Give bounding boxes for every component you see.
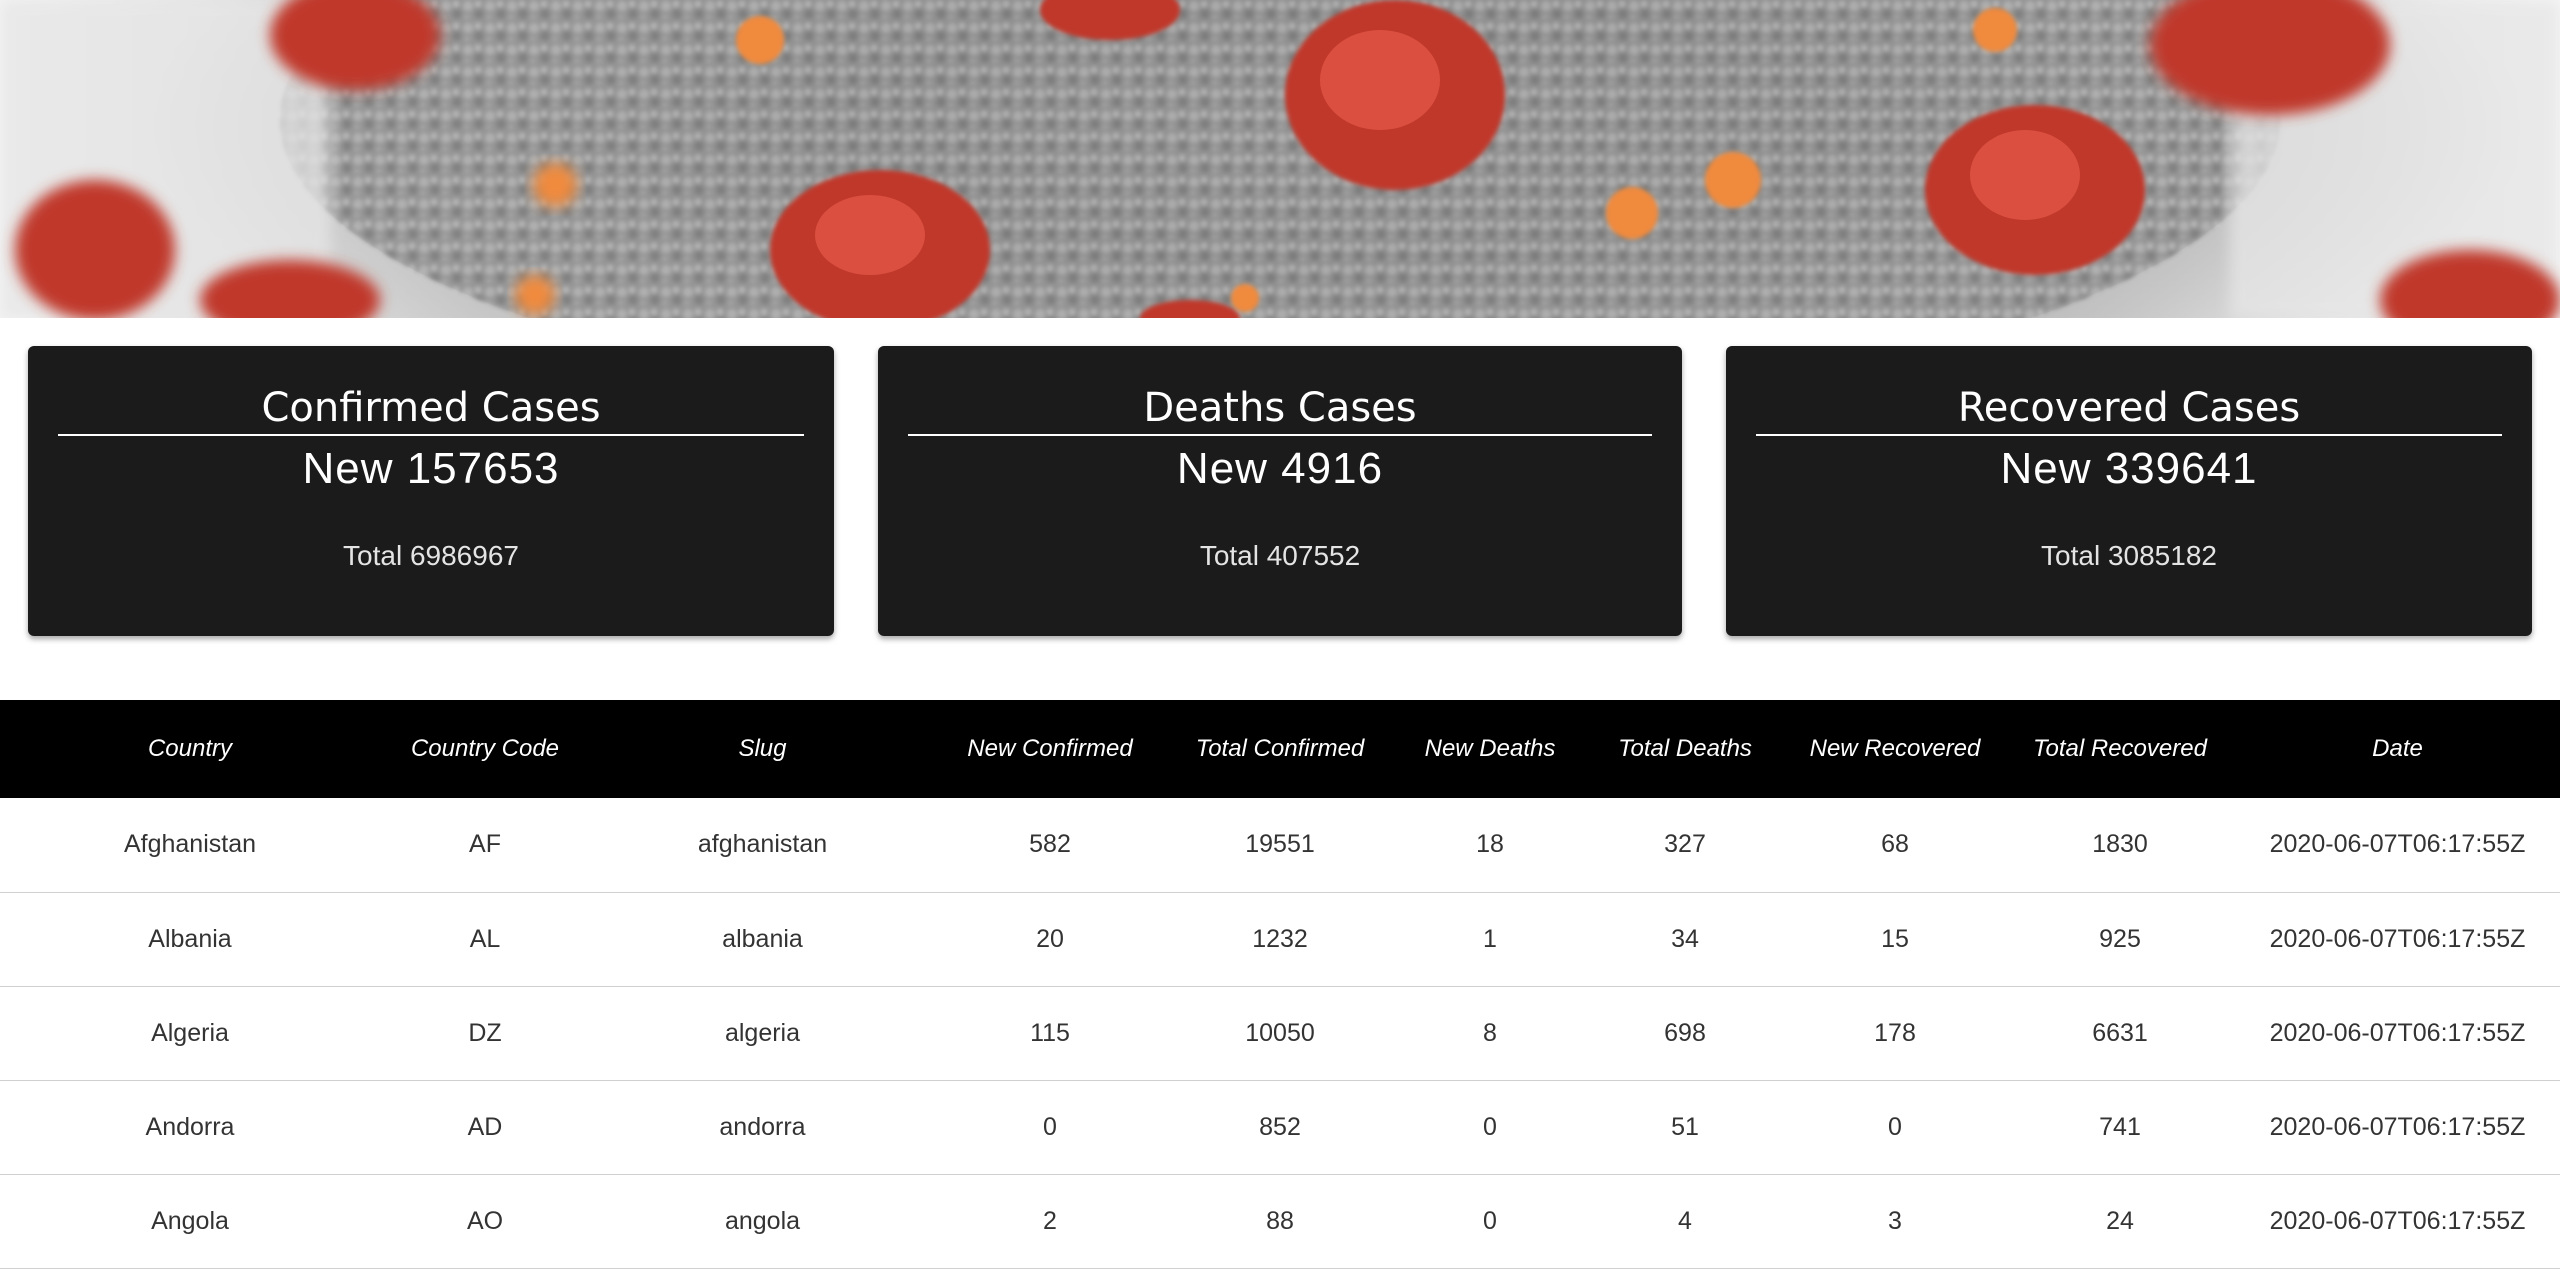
cell-new-confirmed: 20 bbox=[1036, 924, 1064, 953]
table-row: Angola AO angola 2 88 0 4 3 24 2020-06-0… bbox=[0, 1174, 2560, 1268]
cell-slug: andorra bbox=[719, 1112, 806, 1141]
cell-country: Algeria bbox=[151, 1018, 229, 1047]
cell-country-code: DZ bbox=[468, 1018, 502, 1047]
cell-country-code: AF bbox=[469, 830, 501, 859]
table-row: Afghanistan AF afghanistan 582 19551 18 … bbox=[0, 798, 2560, 892]
cell-new-confirmed: 0 bbox=[1043, 1112, 1057, 1141]
card-total-count: Total 6986967 bbox=[343, 540, 519, 571]
recovered-cases-card: Recovered Cases New 339641 Total 3085182 bbox=[1726, 346, 2532, 636]
card-title: Deaths Cases bbox=[908, 380, 1652, 436]
cell-country: Afghanistan bbox=[123, 830, 257, 859]
cell-country-code: AL bbox=[469, 924, 501, 953]
cell-new-deaths: 18 bbox=[1476, 830, 1504, 859]
card-total-count: Total 407552 bbox=[1199, 540, 1361, 571]
cell-total-deaths: 4 bbox=[1678, 1206, 1692, 1235]
card-new-count: New 4916 bbox=[1176, 444, 1384, 493]
cell-date: 2020-06-07T06:17:55Z bbox=[2269, 1018, 2526, 1047]
cell-new-confirmed: 115 bbox=[1030, 1018, 1070, 1047]
cell-total-confirmed: 10050 bbox=[1245, 1018, 1315, 1047]
cell-new-deaths: 0 bbox=[1483, 1112, 1497, 1141]
cell-slug: angola bbox=[724, 1206, 801, 1235]
card-new-count: New 157653 bbox=[302, 444, 560, 493]
cell-new-recovered: 0 bbox=[1888, 1112, 1902, 1141]
cell-slug: albania bbox=[722, 924, 803, 953]
cell-total-deaths: 698 bbox=[1664, 1018, 1706, 1047]
cell-new-deaths: 0 bbox=[1483, 1206, 1497, 1235]
column-header-new-confirmed[interactable]: New Confirmed bbox=[935, 700, 1165, 798]
hero-banner-image bbox=[0, 0, 2560, 318]
cell-total-deaths: 51 bbox=[1671, 1112, 1699, 1141]
column-header-total-deaths[interactable]: Total Deaths bbox=[1585, 700, 1785, 798]
cell-total-confirmed: 88 bbox=[1266, 1206, 1294, 1235]
cell-new-deaths: 8 bbox=[1483, 1018, 1497, 1047]
column-header-total-confirmed[interactable]: Total Confirmed bbox=[1165, 700, 1395, 798]
column-header-country-code[interactable]: Country Code bbox=[380, 700, 590, 798]
cell-date: 2020-06-07T06:17:55Z bbox=[2269, 1112, 2526, 1141]
card-title: Recovered Cases bbox=[1756, 380, 2502, 436]
column-header-new-recovered[interactable]: New Recovered bbox=[1785, 700, 2005, 798]
cell-country-code: AO bbox=[466, 1206, 504, 1235]
cell-total-confirmed: 852 bbox=[1259, 1112, 1301, 1141]
cell-new-confirmed: 582 bbox=[1029, 830, 1071, 859]
card-new-count: New 339641 bbox=[2000, 444, 2258, 493]
cell-date: 2020-06-07T06:17:55Z bbox=[2269, 924, 2526, 953]
cell-slug: algeria bbox=[724, 1018, 801, 1047]
table-row: Andorra AD andorra 0 852 0 51 0 741 2020… bbox=[0, 1080, 2560, 1174]
cell-total-recovered: 24 bbox=[2106, 1206, 2134, 1235]
table-row: Albania AL albania 20 1232 1 34 15 925 2… bbox=[0, 892, 2560, 986]
column-header-country[interactable]: Country bbox=[0, 700, 380, 798]
cell-new-recovered: 15 bbox=[1881, 924, 1909, 953]
cell-new-deaths: 1 bbox=[1483, 924, 1497, 953]
table-header-row: Country Country Code Slug New Confirmed … bbox=[0, 700, 2560, 798]
cell-new-recovered: 3 bbox=[1888, 1206, 1902, 1235]
cell-new-recovered: 178 bbox=[1874, 1018, 1916, 1047]
column-header-total-recovered[interactable]: Total Recovered bbox=[2005, 700, 2235, 798]
cell-total-recovered: 741 bbox=[2099, 1112, 2141, 1141]
cell-total-deaths: 327 bbox=[1664, 830, 1706, 859]
cell-total-recovered: 925 bbox=[2099, 924, 2141, 953]
column-header-date[interactable]: Date bbox=[2235, 700, 2560, 798]
cell-total-recovered: 1830 bbox=[2092, 830, 2148, 859]
cell-total-recovered: 6631 bbox=[2092, 1018, 2148, 1047]
country-stats-table: Country Country Code Slug New Confirmed … bbox=[0, 700, 2560, 1269]
cell-total-confirmed: 1232 bbox=[1252, 924, 1308, 953]
column-header-new-deaths[interactable]: New Deaths bbox=[1395, 700, 1585, 798]
cell-total-confirmed: 19551 bbox=[1245, 830, 1315, 859]
cell-new-recovered: 68 bbox=[1881, 830, 1909, 859]
cell-date: 2020-06-07T06:17:55Z bbox=[2269, 1206, 2526, 1235]
cell-slug: afghanistan bbox=[697, 830, 828, 859]
card-title: Confirmed Cases bbox=[58, 380, 804, 436]
cell-date: 2020-06-07T06:17:55Z bbox=[2269, 830, 2526, 859]
deaths-cases-card: Deaths Cases New 4916 Total 407552 bbox=[878, 346, 1682, 636]
card-total-count: Total 3085182 bbox=[2041, 540, 2217, 571]
cell-total-deaths: 34 bbox=[1671, 924, 1699, 953]
cell-country: Albania bbox=[148, 924, 232, 953]
cell-new-confirmed: 2 bbox=[1043, 1206, 1057, 1235]
cell-country: Andorra bbox=[145, 1112, 235, 1141]
table-row: Algeria DZ algeria 115 10050 8 698 178 6… bbox=[0, 986, 2560, 1080]
column-header-slug[interactable]: Slug bbox=[590, 700, 935, 798]
cell-country: Angola bbox=[151, 1206, 229, 1235]
confirmed-cases-card: Confirmed Cases New 157653 Total 6986967 bbox=[28, 346, 834, 636]
cell-country-code: AD bbox=[467, 1112, 503, 1141]
coronavirus-illustration bbox=[0, 0, 2560, 318]
